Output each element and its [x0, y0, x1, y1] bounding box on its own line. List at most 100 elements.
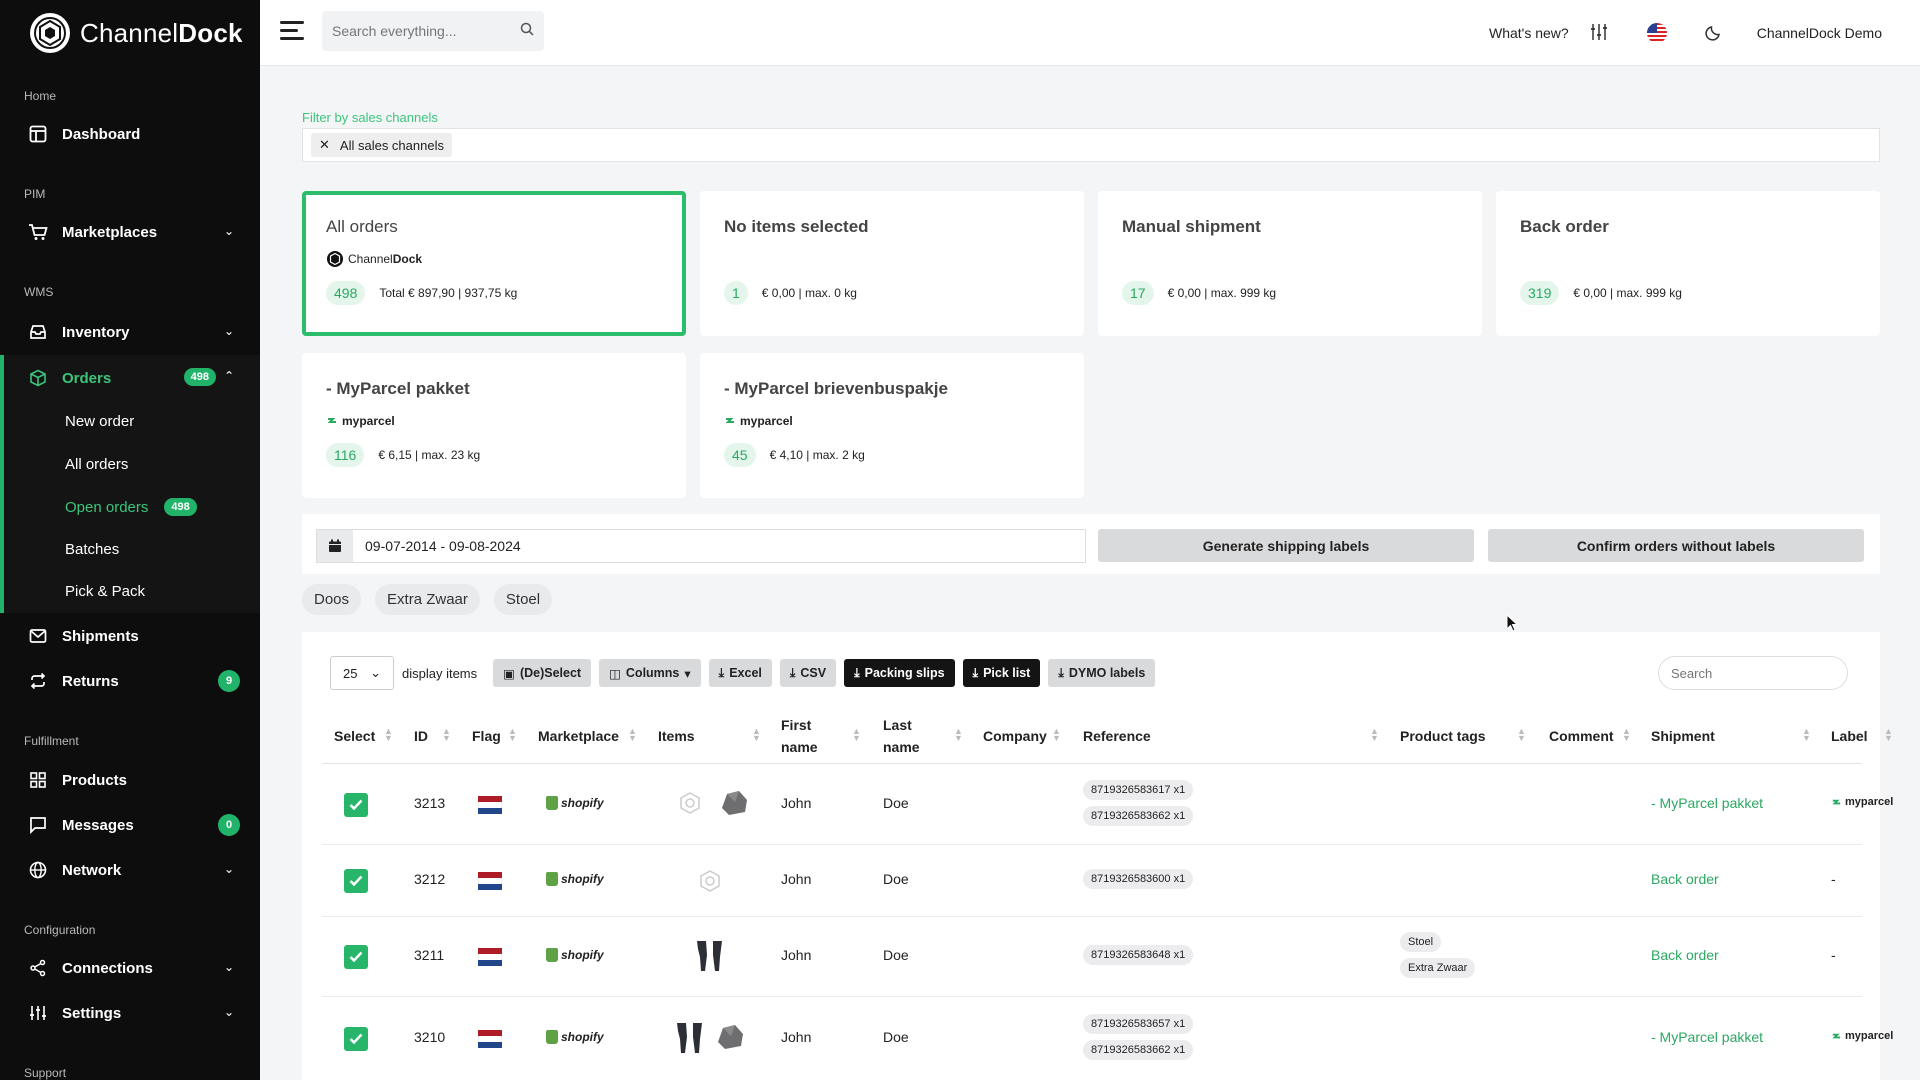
wetsuit-product-icon[interactable] — [692, 937, 728, 973]
sort-icon[interactable]: ▲ ▼ — [508, 727, 517, 743]
shipment-card-manual[interactable]: Manual shipment 17 € 0,00 | max. 999 kg — [1098, 191, 1482, 336]
us-flag-icon[interactable] — [1646, 23, 1667, 43]
menu-toggle-icon[interactable] — [280, 21, 304, 41]
row-checkbox[interactable] — [344, 945, 368, 969]
packing-slips-button[interactable]: ⤓ Packing slips — [844, 659, 955, 687]
sidebar-item-connections[interactable]: Connections ⌄ — [0, 946, 260, 990]
column-header-items[interactable]: Items — [658, 708, 695, 764]
myparcel-label-logo[interactable]: myparcel — [1831, 1030, 1893, 1042]
sidebar-subitem-batches[interactable]: Batches — [65, 529, 119, 569]
column-header-reference[interactable]: Reference — [1083, 708, 1151, 764]
placeholder-product-icon[interactable] — [692, 863, 728, 899]
generate-shipping-labels-button[interactable]: Generate shipping labels — [1098, 529, 1474, 562]
sort-icon[interactable]: ▲ ▼ — [384, 727, 393, 743]
row-checkbox[interactable] — [344, 869, 368, 893]
sort-icon[interactable]: ▲ ▼ — [1884, 727, 1893, 743]
shipment-card-back-order[interactable]: Back order 319 € 0,00 | max. 999 kg — [1496, 191, 1880, 336]
sidebar-subitem-new-order[interactable]: New order — [65, 401, 134, 441]
column-header-label[interactable]: Label — [1831, 708, 1868, 764]
column-header-first-name[interactable]: First name — [781, 708, 818, 764]
shipment-card-myparcel-pakket[interactable]: - MyParcel pakket myparcel 116 € 6,15 | … — [302, 353, 686, 498]
sidebar-subitem-pick-pack[interactable]: Pick & Pack — [65, 571, 145, 611]
column-header-last-name[interactable]: Last name — [883, 708, 920, 764]
sidebar-item-messages[interactable]: Messages 0 — [0, 803, 260, 847]
column-header-flag[interactable]: Flag — [472, 708, 501, 764]
brand-logo[interactable]: ChannelDock — [0, 0, 260, 66]
date-range-input[interactable] — [353, 530, 1053, 562]
myparcel-label-logo[interactable]: myparcel — [1831, 796, 1893, 808]
sidebar-item-shipments[interactable]: Shipments — [0, 614, 260, 658]
placeholder-product-icon[interactable] — [672, 785, 708, 821]
per-page-select[interactable]: 25 ⌄ — [330, 656, 394, 690]
shipment-link[interactable]: - MyParcel pakket — [1651, 1029, 1763, 1045]
sort-icon[interactable]: ▲ ▼ — [1370, 727, 1379, 743]
columns-button[interactable]: ◫ Columns ▾ — [599, 659, 701, 687]
sidebar-item-returns[interactable]: Returns 9 — [0, 659, 260, 703]
pick-list-button[interactable]: ⤓ Pick list — [962, 659, 1041, 687]
sort-icon[interactable]: ▲ ▼ — [852, 727, 861, 743]
column-header-company[interactable]: Company — [983, 708, 1047, 764]
shipment-link[interactable]: Back order — [1651, 871, 1719, 887]
filter-chip[interactable]: ✕ All sales channels — [311, 133, 452, 157]
order-id[interactable]: 3212 — [414, 871, 445, 887]
sales-channel-filter[interactable]: ✕ All sales channels — [302, 128, 1880, 162]
order-id[interactable]: 3211 — [414, 947, 444, 963]
tag-filter-doos[interactable]: Doos — [302, 584, 362, 615]
sidebar-item-inventory[interactable]: Inventory ⌄ — [0, 310, 260, 354]
column-header-marketplace[interactable]: Marketplace — [538, 708, 619, 764]
shipment-card-all-orders[interactable]: All orders ChannelDock 498 Total € 897,9… — [302, 191, 686, 336]
table-search-input[interactable] — [1658, 656, 1848, 690]
csv-export-button[interactable]: ⤓ CSV — [779, 659, 837, 687]
dark-mode-moon-icon[interactable] — [1705, 23, 1723, 44]
order-id[interactable]: 3210 — [414, 1029, 445, 1045]
sidebar-item-settings[interactable]: Settings ⌄ — [0, 991, 260, 1035]
global-search-input[interactable] — [332, 23, 512, 39]
confirm-orders-without-labels-button[interactable]: Confirm orders without labels — [1488, 529, 1864, 562]
date-range-picker[interactable] — [316, 529, 1086, 563]
sidebar-item-products[interactable]: Products — [0, 758, 260, 802]
sidebar-item-marketplaces[interactable]: Marketplaces ⌄ — [0, 210, 260, 254]
sort-icon[interactable]: ▲ ▼ — [442, 727, 451, 743]
column-header-shipment[interactable]: Shipment — [1651, 708, 1715, 764]
sort-icon[interactable]: ▲ ▼ — [1052, 727, 1061, 743]
table-row[interactable]: 3211 shopify John Doe 8719326583648 x1 S… — [322, 917, 1862, 997]
column-header-comment[interactable]: Comment — [1549, 708, 1614, 764]
tag-filter-extra-zwaar[interactable]: Extra Zwaar — [375, 584, 480, 615]
sidebar-item-dashboard[interactable]: Dashboard — [0, 112, 260, 156]
deselect-button[interactable]: ▣ (De)Select — [493, 659, 592, 687]
sort-icon[interactable]: ▲ ▼ — [1517, 727, 1526, 743]
excel-export-button[interactable]: ⤓ Excel — [708, 659, 772, 687]
row-checkbox[interactable] — [344, 1027, 368, 1051]
shipment-link[interactable]: Back order — [1651, 947, 1719, 963]
sidebar-item-orders[interactable]: Orders 498 ⌄ — [0, 356, 260, 400]
sort-icon[interactable]: ▲ ▼ — [1622, 727, 1631, 743]
calendar-icon[interactable] — [317, 530, 353, 562]
column-header-select[interactable]: Select — [334, 708, 375, 764]
wetsuit-product-icon[interactable] — [672, 1019, 708, 1055]
stone-product-icon[interactable] — [712, 1019, 748, 1055]
sort-icon[interactable]: ▲ ▼ — [954, 727, 963, 743]
order-id[interactable]: 3213 — [414, 795, 445, 811]
filter-sliders-icon[interactable] — [1589, 22, 1609, 45]
shipment-card-myparcel-brievenbuspakje[interactable]: - MyParcel brievenbuspakje myparcel 45 €… — [700, 353, 1084, 498]
table-row[interactable]: 3212 shopify John Doe 8719326583600 x1 B… — [322, 845, 1862, 917]
stone-product-icon[interactable] — [716, 785, 752, 821]
close-icon[interactable]: ✕ — [319, 137, 330, 153]
column-header-id[interactable]: ID — [414, 708, 428, 764]
table-row[interactable]: 3210 shopify John Doe 8719326583657 x1 8… — [322, 997, 1893, 1077]
whats-new-link[interactable]: What's new? — [1489, 25, 1569, 41]
sidebar-subitem-open-orders[interactable]: Open orders 498 — [65, 487, 197, 527]
shipment-card-no-items[interactable]: No items selected 1 € 0,00 | max. 0 kg — [700, 191, 1084, 336]
column-header-product-tags[interactable]: Product tags — [1400, 708, 1486, 764]
shipment-link[interactable]: - MyParcel pakket — [1651, 795, 1763, 811]
row-checkbox[interactable] — [344, 793, 368, 817]
sidebar-item-network[interactable]: Network ⌄ — [0, 848, 260, 892]
sort-icon[interactable]: ▲ ▼ — [628, 727, 637, 743]
sidebar-subitem-all-orders[interactable]: All orders — [65, 444, 128, 484]
account-name[interactable]: ChannelDock Demo — [1757, 25, 1882, 41]
sort-icon[interactable]: ▲ ▼ — [1802, 727, 1811, 743]
tag-filter-stoel[interactable]: Stoel — [493, 584, 553, 615]
sort-icon[interactable]: ▲ ▼ — [752, 727, 761, 743]
search-icon[interactable] — [520, 22, 534, 41]
dymo-labels-button[interactable]: ⤓ DYMO labels — [1048, 659, 1156, 687]
